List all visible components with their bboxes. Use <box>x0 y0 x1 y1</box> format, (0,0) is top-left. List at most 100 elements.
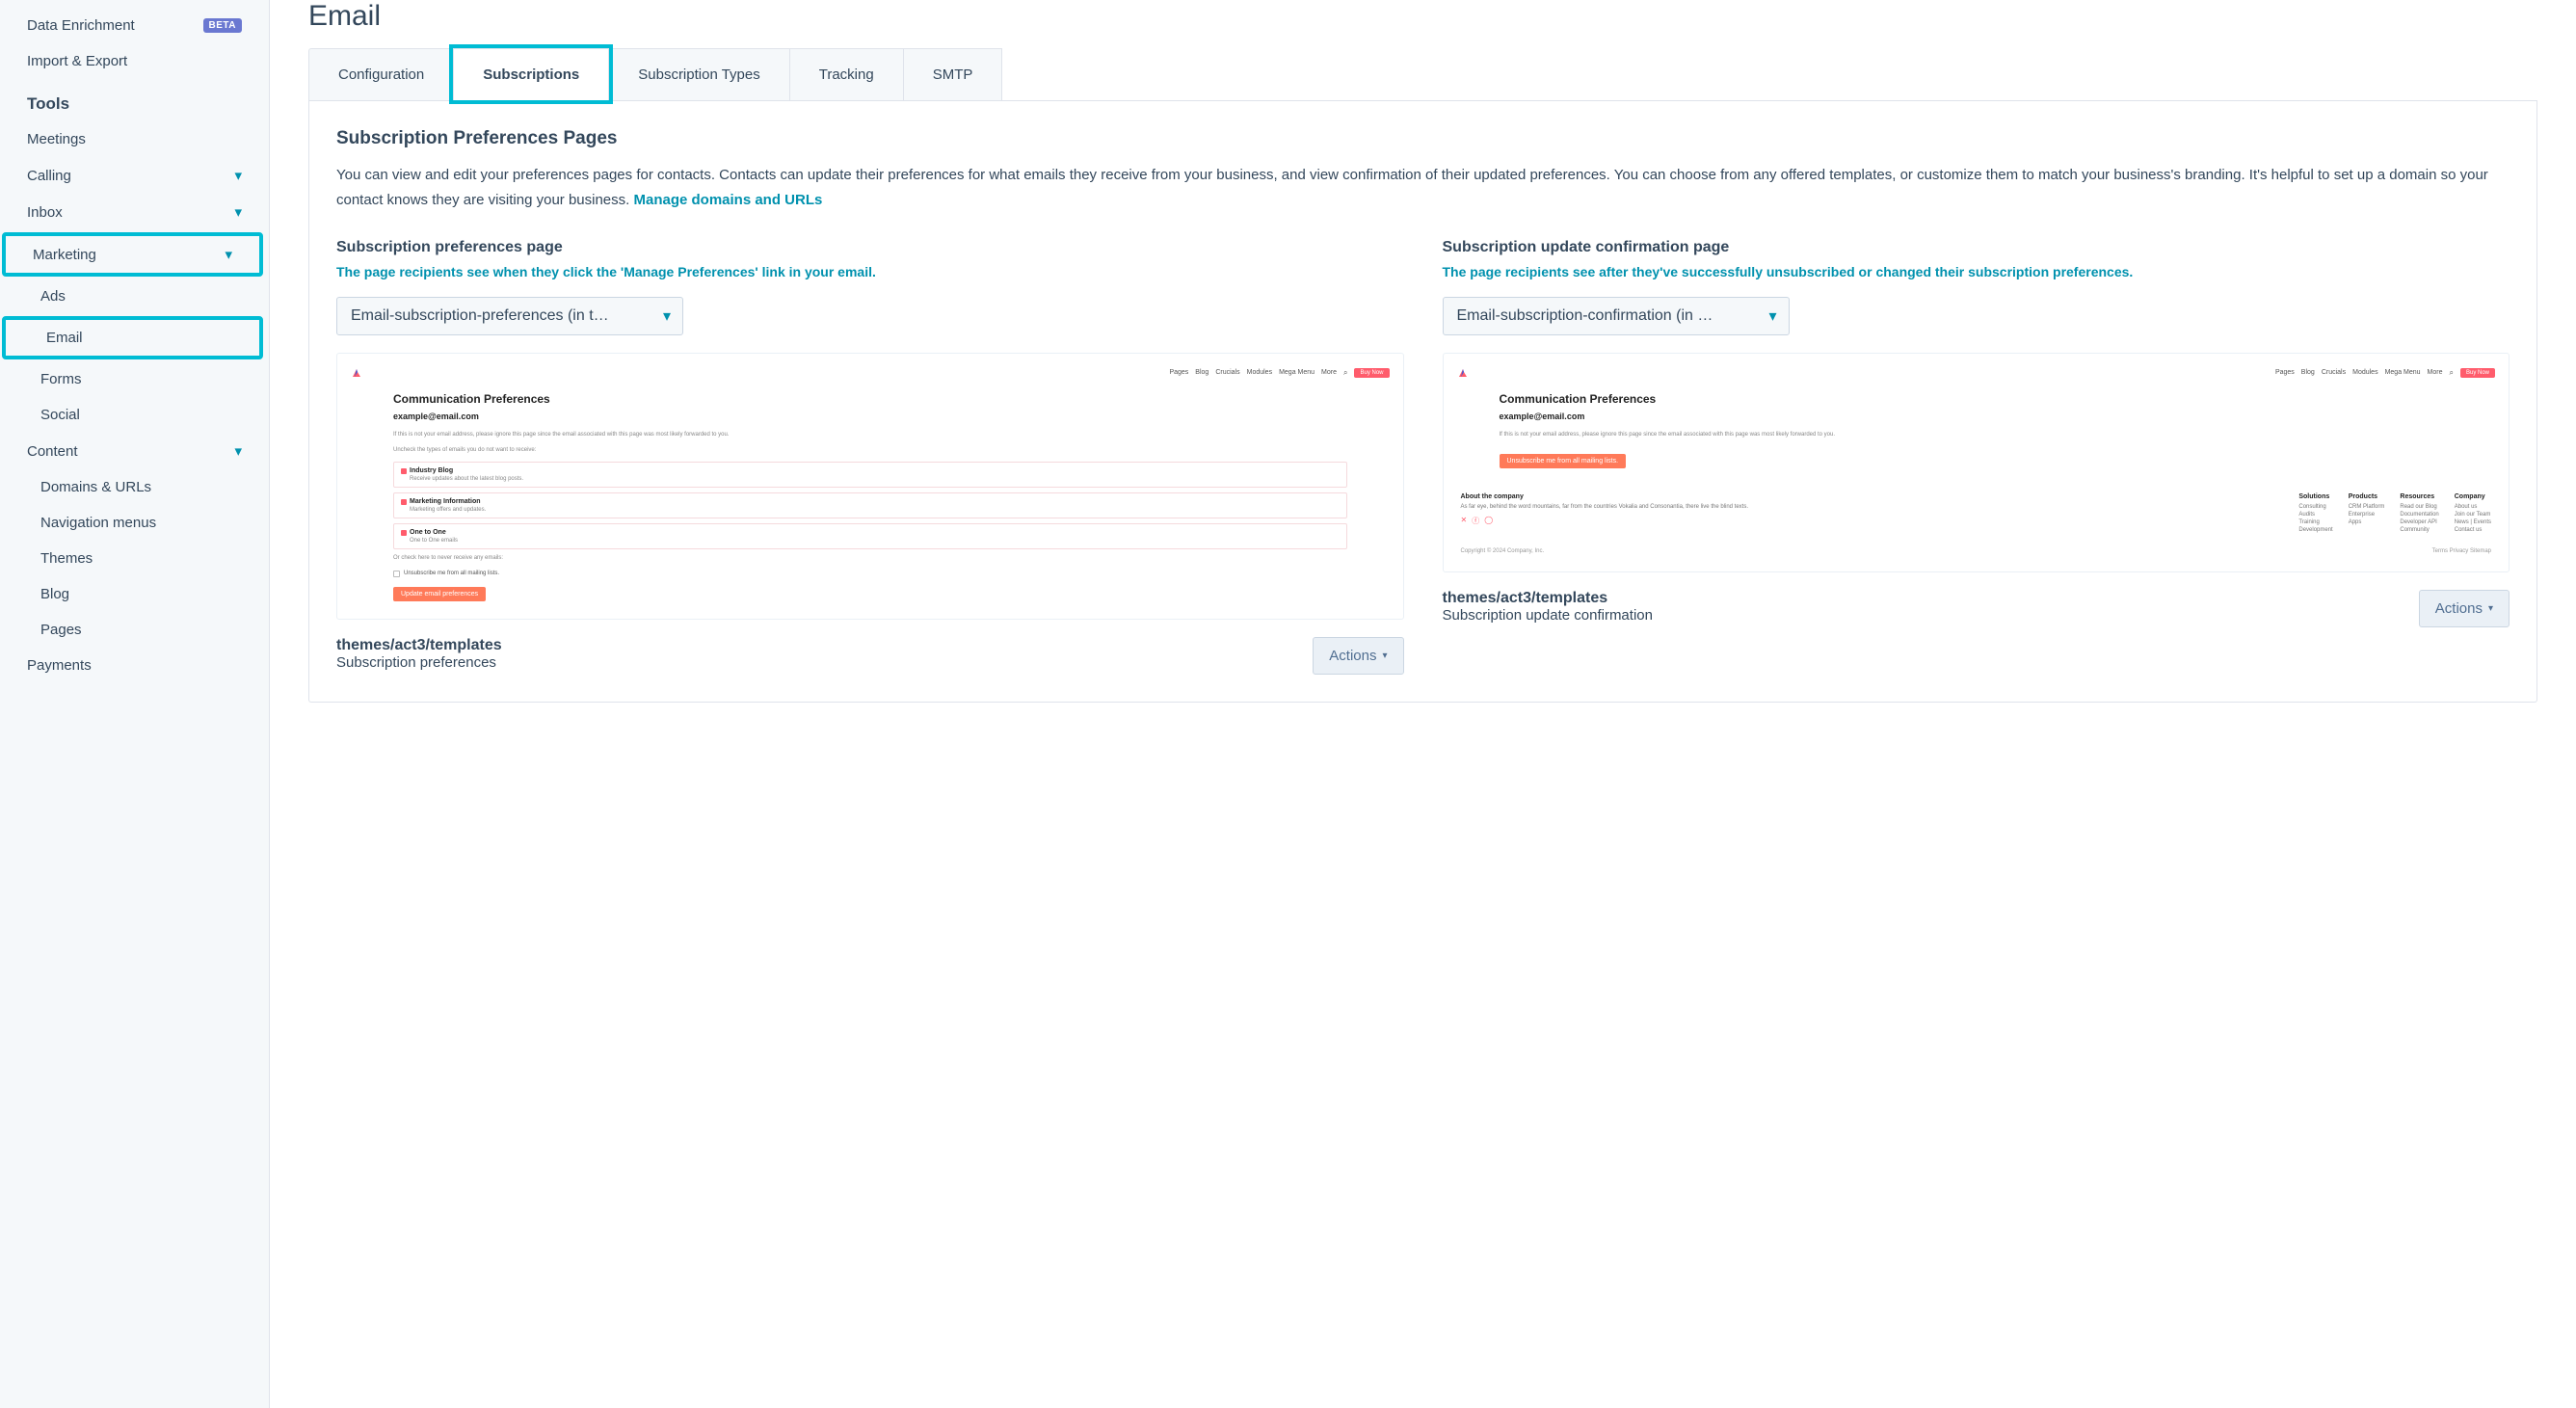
preview-nav-item: Mega Menu <box>2385 369 2421 376</box>
preview-footer-heading: About the company <box>1461 493 2284 500</box>
sidebar-item-blog[interactable]: Blog <box>0 576 269 612</box>
template-path-row: themes/act3/templates Subscription prefe… <box>336 637 1404 675</box>
sidebar-item-label: Forms <box>40 371 82 387</box>
github-icon: ◯ <box>1484 516 1493 526</box>
preview-social-icons: ✕ ⓕ ◯ <box>1461 516 2284 526</box>
sidebar-item-label: Blog <box>40 586 69 602</box>
tab-bar: Configuration Subscriptions Subscription… <box>308 48 2537 101</box>
chevron-down-icon: ▾ <box>234 203 242 221</box>
sidebar-item-label: Marketing <box>33 247 96 263</box>
confirmation-page-column: Subscription update confirmation page Th… <box>1443 239 2510 675</box>
preview-buy-button: Buy Now <box>1354 368 1389 378</box>
preview-card-title: One to One <box>401 529 1340 536</box>
facebook-icon: ⓕ <box>1472 516 1479 526</box>
sidebar-item-calling[interactable]: Calling ▾ <box>0 157 269 194</box>
sidebar-item-pages[interactable]: Pages <box>0 612 269 648</box>
highlight-annotation: Email <box>2 316 263 359</box>
actions-button[interactable]: Actions ▾ <box>1313 637 1403 675</box>
tab-tracking[interactable]: Tracking <box>789 48 904 100</box>
settings-sidebar: Data Enrichment BETA Import & Export Too… <box>0 0 270 1408</box>
preview-logo-icon <box>1457 367 1469 379</box>
preview-legal-links: Terms Privacy Sitemap <box>2432 548 2491 554</box>
sidebar-item-label: Data Enrichment <box>27 17 135 34</box>
tab-smtp[interactable]: SMTP <box>903 48 1003 100</box>
sidebar-item-marketing[interactable]: Marketing ▾ <box>6 236 259 273</box>
preview-footer-heading: Products <box>2349 493 2385 500</box>
preview-footer-link: Audits <box>2298 512 2332 518</box>
confirmation-template-select[interactable]: Email-subscription-confirmation (in … ▾ <box>1443 297 1790 335</box>
sidebar-item-label: Social <box>40 407 80 423</box>
caret-down-icon: ▾ <box>1382 651 1387 661</box>
sidebar-item-nav-menus[interactable]: Navigation menus <box>0 505 269 541</box>
preview-footer-link: Apps <box>2349 519 2385 525</box>
sidebar-item-label: Calling <box>27 168 71 184</box>
preview-fine-print: Uncheck the types of emails you do not w… <box>393 446 1347 454</box>
preferences-preview: Pages Blog Crucials Modules Mega Menu Mo… <box>336 353 1404 620</box>
preview-email: example@email.com <box>1500 412 2454 421</box>
sidebar-item-label: Pages <box>40 622 82 638</box>
actions-button[interactable]: Actions ▾ <box>2419 590 2510 627</box>
preview-nav-item: More <box>1321 369 1337 376</box>
preview-nav-item: Modules <box>2352 369 2377 376</box>
preview-footer-link: Community <box>2400 527 2438 533</box>
sidebar-item-meetings[interactable]: Meetings <box>0 121 269 157</box>
preview-footer-heading: Company <box>2455 493 2491 500</box>
sidebar-item-inbox[interactable]: Inbox ▾ <box>0 194 269 230</box>
preview-buy-button: Buy Now <box>2460 368 2495 378</box>
preview-subscription-card: Marketing Information Marketing offers a… <box>393 492 1347 518</box>
preview-copyright: Copyright © 2024 Company, Inc. <box>1461 548 1545 554</box>
template-path-text: themes/act3/templates Subscription prefe… <box>336 637 502 671</box>
actions-button-label: Actions <box>1329 648 1376 664</box>
sidebar-item-content[interactable]: Content ▾ <box>0 433 269 469</box>
sidebar-item-data-enrichment[interactable]: Data Enrichment BETA <box>0 8 269 43</box>
checkbox-icon <box>393 571 400 577</box>
preview-footer-link: Contact us <box>2455 527 2491 533</box>
sidebar-item-forms[interactable]: Forms <box>0 361 269 397</box>
preview-footer-link: Developer API <box>2400 519 2438 525</box>
highlight-annotation: Marketing ▾ <box>2 232 263 277</box>
preview-footer-heading: Solutions <box>2298 493 2332 500</box>
preview-nav-item: Crucials <box>2322 369 2346 376</box>
preview-footer: About the company As far eye, behind the… <box>1457 493 2496 535</box>
preview-footer-link: News | Events <box>2455 519 2491 525</box>
sidebar-item-themes[interactable]: Themes <box>0 541 269 576</box>
preview-card-title: Marketing Information <box>401 498 1340 505</box>
sidebar-item-ads[interactable]: Ads <box>0 279 269 314</box>
sidebar-item-email[interactable]: Email <box>6 320 259 356</box>
preview-footer-link: About us <box>2455 504 2491 510</box>
sidebar-item-domains-urls[interactable]: Domains & URLs <box>0 469 269 505</box>
preview-nav-item: Blog <box>1195 369 1208 376</box>
preview-footer-col: Company About us Join our Team News | Ev… <box>2455 493 2491 535</box>
preview-or-check: Or check here to never receive any email… <box>393 554 1347 562</box>
select-value: Email-subscription-preferences (in t… <box>351 307 609 325</box>
preview-copyright-row: Copyright © 2024 Company, Inc. Terms Pri… <box>1457 548 2496 554</box>
sidebar-item-payments[interactable]: Payments <box>0 648 269 683</box>
caret-down-icon: ▾ <box>1768 306 1776 326</box>
tab-subscriptions[interactable]: Subscriptions <box>453 48 609 100</box>
sidebar-item-import-export[interactable]: Import & Export <box>0 43 269 79</box>
search-icon: ⌕ <box>2450 368 2454 378</box>
template-name: Subscription preferences <box>336 654 496 671</box>
sidebar-item-label: Navigation menus <box>40 515 156 531</box>
section-description: You can view and edit your preferences p… <box>336 163 2510 212</box>
preview-nav-item: Blog <box>2301 369 2315 376</box>
preview-nav: Pages Blog Crucials Modules Mega Menu Mo… <box>351 367 1390 379</box>
search-icon: ⌕ <box>1343 368 1347 378</box>
x-icon: ✕ <box>1461 516 1468 526</box>
preview-nav-item: Pages <box>2275 369 2295 376</box>
tab-panel: Subscription Preferences Pages You can v… <box>308 101 2537 703</box>
preview-footer-link: Documentation <box>2400 512 2438 518</box>
column-title: Subscription preferences page <box>336 239 1404 256</box>
preview-footer-link: Enterprise <box>2349 512 2385 518</box>
preferences-template-select[interactable]: Email-subscription-preferences (in t… ▾ <box>336 297 683 335</box>
preview-card-title: Industry Blog <box>401 467 1340 474</box>
tab-subscription-types[interactable]: Subscription Types <box>608 48 789 100</box>
manage-domains-link[interactable]: Manage domains and URLs <box>633 192 822 208</box>
sidebar-item-social[interactable]: Social <box>0 397 269 433</box>
preferences-page-column: Subscription preferences page The page r… <box>336 239 1404 675</box>
sidebar-item-label: Domains & URLs <box>40 479 151 495</box>
chevron-down-icon: ▾ <box>234 167 242 184</box>
tab-configuration[interactable]: Configuration <box>308 48 454 100</box>
preview-heading: Communication Preferences <box>1500 392 2454 406</box>
sidebar-item-label: Ads <box>40 288 66 305</box>
